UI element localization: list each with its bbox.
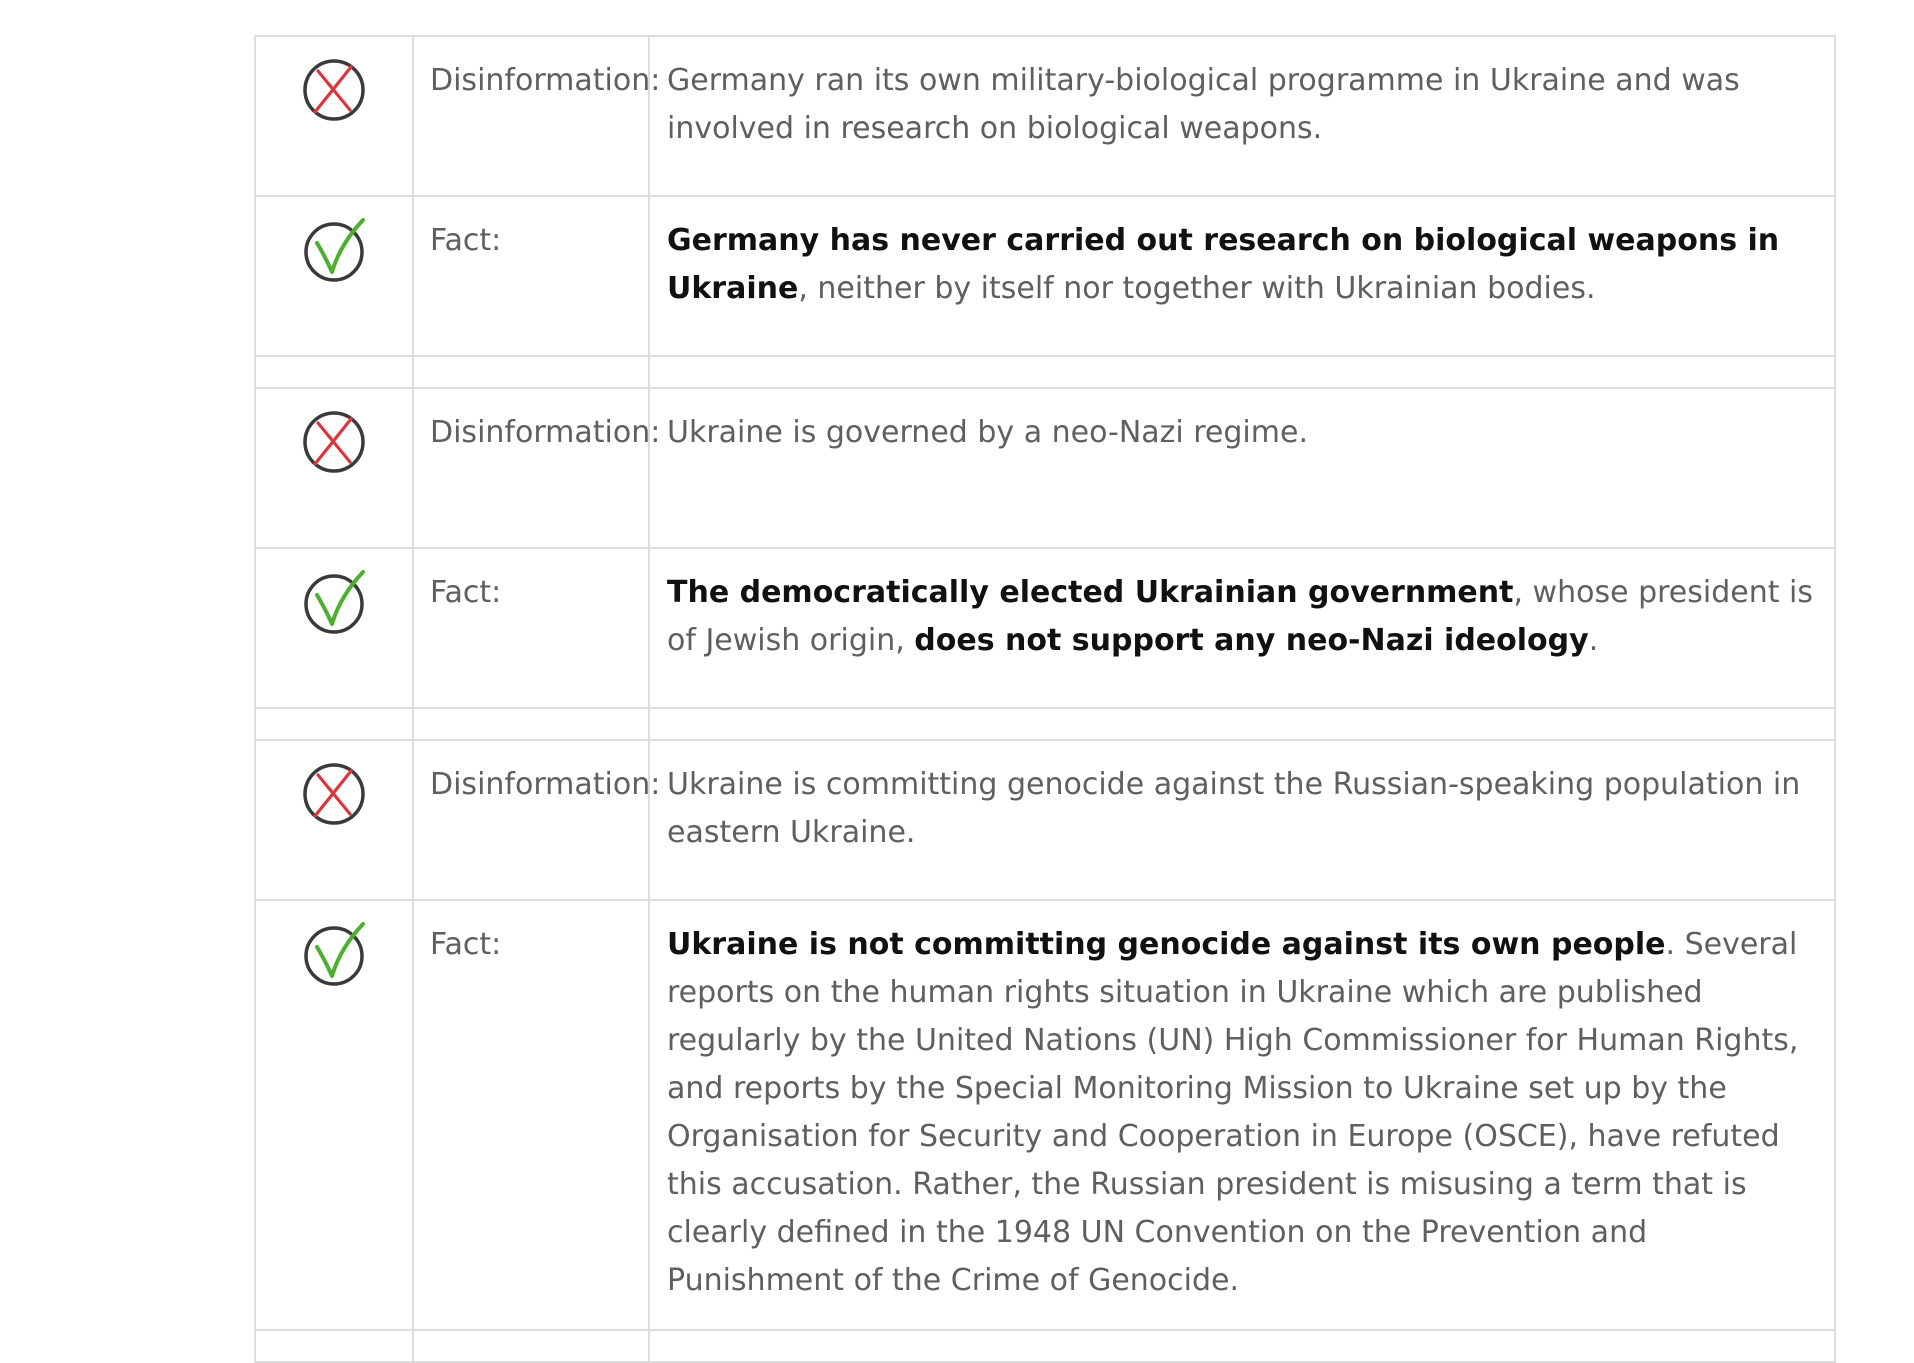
spacer-cell [648,1329,1836,1363]
bold-text-segment: The democratically elected Ukrainian gov… [667,575,1514,610]
icon-cell [254,35,414,197]
spacer-row [254,1329,1836,1363]
text-segment: , neither by itself nor together with Uk… [798,271,1596,306]
row-text: Ukraine is not committing genocide again… [648,899,1836,1331]
check-circle-icon [256,569,412,635]
row-label: Fact: [412,899,650,1331]
row-text: Germany ran its own military-biological … [648,35,1836,197]
table-row-disinformation: Disinformation: Germany ran its own mili… [254,35,1836,197]
table-row-fact: Fact: The democratically elected Ukraini… [254,547,1836,709]
table-row-fact: Fact: Ukraine is not committing genocide… [254,899,1836,1331]
icon-cell [254,387,414,549]
spacer-cell [254,355,414,389]
icon-cell [254,547,414,709]
spacer-cell [648,707,1836,741]
bold-text-segment: does not support any neo-Nazi ideology [914,623,1589,658]
icon-cell [254,195,414,357]
factcheck-container: Disinformation: Germany ran its own mili… [254,35,1836,1363]
spacer-cell [648,355,1836,389]
row-text: Ukraine is committing genocide against t… [648,739,1836,901]
text-segment: Ukraine is committing genocide against t… [667,767,1801,850]
text-segment: Ukraine is governed by a neo-Nazi regime… [667,415,1308,450]
cross-circle-icon [256,57,412,123]
spacer-cell [254,707,414,741]
cross-circle-icon [256,761,412,827]
spacer-cell [412,1329,650,1363]
row-label: Disinformation: [412,739,660,901]
text-segment: . Several reports on the human rights si… [667,927,1799,1298]
cross-circle-icon [256,409,412,475]
row-text: Ukraine is governed by a neo-Nazi regime… [648,387,1836,549]
spacer-row [254,707,1836,741]
factcheck-table: Disinformation: Germany ran its own mili… [254,35,1836,1363]
spacer-cell [254,1329,414,1363]
row-text: Germany has never carried out research o… [648,195,1836,357]
row-label: Fact: [412,547,650,709]
text-segment: Germany ran its own military-biological … [667,63,1740,146]
table-row-disinformation: Disinformation: Ukraine is governed by a… [254,387,1836,549]
spacer-row [254,355,1836,389]
row-label: Fact: [412,195,650,357]
check-circle-icon [256,217,412,283]
table-row-disinformation: Disinformation: Ukraine is committing ge… [254,739,1836,901]
factcheck-table-body: Disinformation: Germany ran its own mili… [254,35,1836,1363]
text-segment: . [1588,623,1599,658]
icon-cell [254,739,414,901]
bold-text-segment: Ukraine is not committing genocide again… [667,927,1666,962]
icon-cell [254,899,414,1331]
check-circle-icon [256,921,412,987]
row-label: Disinformation: [412,387,660,549]
spacer-cell [412,355,650,389]
table-row-fact: Fact: Germany has never carried out rese… [254,195,1836,357]
row-label: Disinformation: [412,35,660,197]
spacer-cell [412,707,650,741]
row-text: The democratically elected Ukrainian gov… [648,547,1836,709]
